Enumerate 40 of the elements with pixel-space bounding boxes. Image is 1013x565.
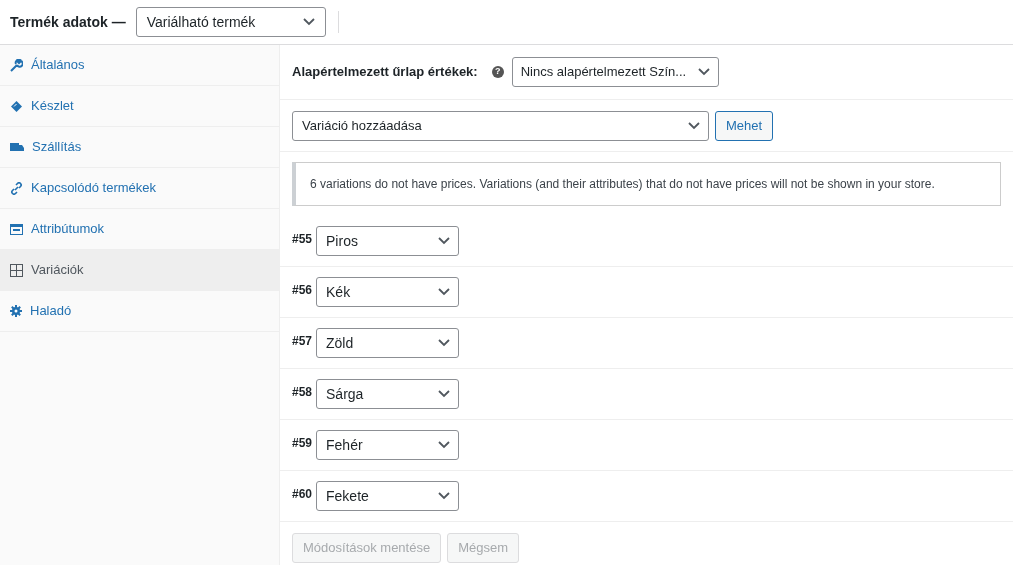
variation-number: #57 — [292, 333, 313, 350]
dropdown[interactable]: Zöld — [316, 328, 460, 358]
list-icon — [10, 223, 23, 235]
chevron-icon — [438, 339, 451, 347]
variation-number: #56 — [292, 282, 313, 299]
dropdown[interactable]: Kék — [316, 277, 460, 307]
dropdown[interactable]: Fekete — [316, 481, 460, 511]
dropdown[interactable]: Piros — [316, 226, 460, 256]
sidebar-tab[interactable]: Kapcsolódó termékek — [0, 168, 279, 209]
chevron-icon — [302, 18, 315, 26]
variation-number: #55 — [292, 231, 313, 248]
dropdown[interactable]: Fehér — [316, 430, 460, 460]
variation-number: #59 — [292, 435, 313, 452]
dropdown[interactable]: Nincs alapértelmezett Szín... — [511, 57, 719, 87]
section-title: Termék adatok — — [10, 12, 126, 32]
dropdown[interactable]: Sárga — [316, 379, 460, 409]
chevron-icon — [438, 390, 451, 398]
field-label: Alapértelmezett űrlap értékek: — [292, 63, 478, 82]
dropdown[interactable]: Variáció hozzáadása — [292, 110, 709, 141]
sidebar-tab[interactable]: Variációk — [0, 250, 279, 291]
sidebar-tab[interactable]: Készlet — [0, 86, 279, 127]
chevron-icon — [438, 492, 451, 500]
dropdown[interactable]: Variálható termék — [135, 7, 326, 37]
variation-number: #60 — [292, 486, 313, 503]
chevron-icon — [438, 441, 451, 449]
help-icon[interactable]: ? — [491, 66, 504, 78]
sidebar-tab[interactable]: Szállítás — [0, 127, 279, 168]
chevron-icon — [438, 288, 451, 296]
variation-number: #58 — [292, 384, 313, 401]
gear-icon — [10, 305, 22, 317]
link-icon — [10, 181, 23, 195]
tag-icon — [10, 99, 23, 113]
sidebar-tab[interactable]: Haladó — [0, 291, 279, 332]
button[interactable]: Mehet — [715, 110, 774, 141]
notice: 6 variations do not have prices. Variations (and their attributes) that do not have prices will not be shown in your store. — [292, 162, 1001, 206]
chevron-icon — [438, 237, 451, 245]
grid-icon — [10, 263, 23, 277]
chevron-icon — [688, 121, 700, 130]
chevron-icon — [697, 68, 710, 76]
sidebar-tab[interactable]: Általános — [0, 45, 279, 86]
